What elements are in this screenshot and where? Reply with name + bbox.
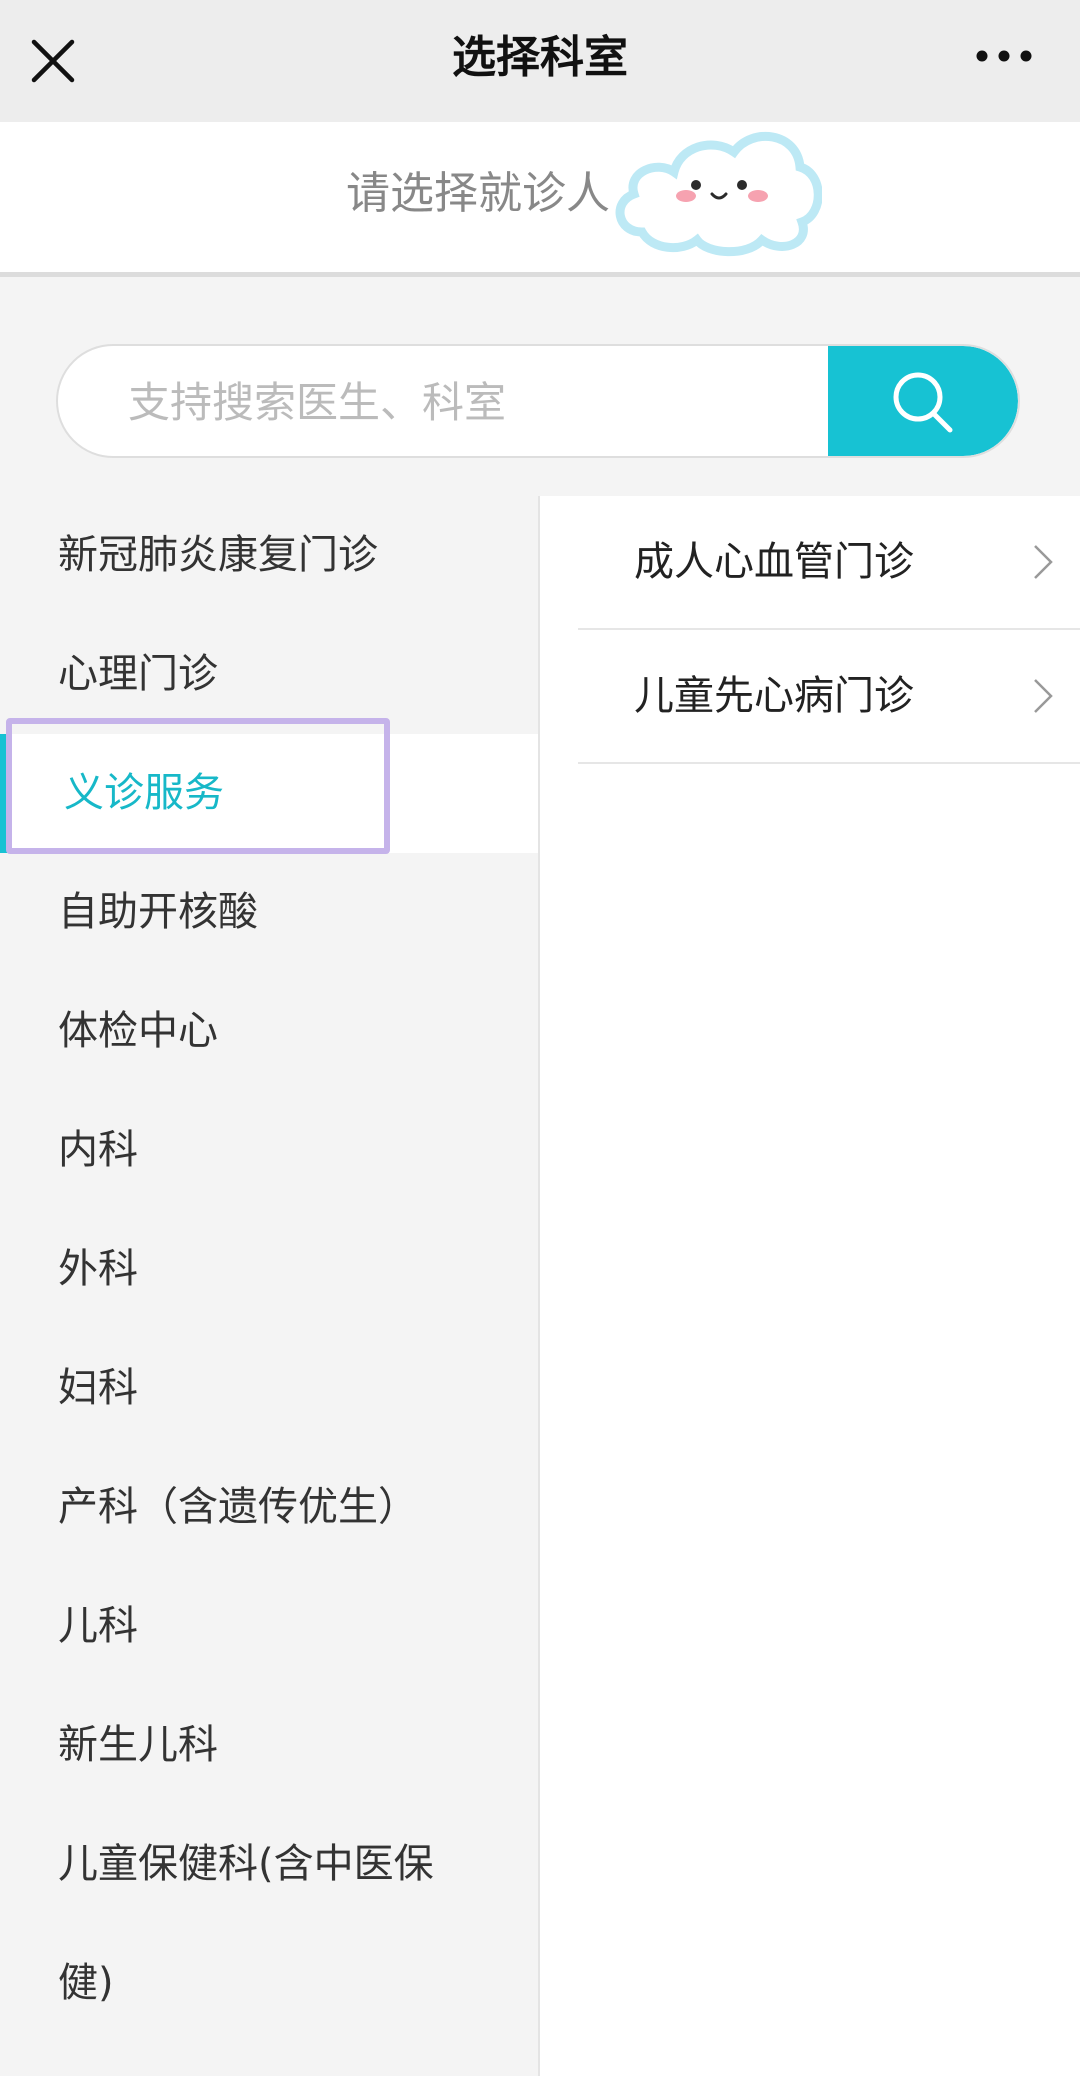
patient-selector[interactable]: 请选择就诊人 <box>0 122 1080 277</box>
search-icon <box>893 372 953 433</box>
department-label: 内科 <box>58 1127 138 1173</box>
sub-department-item[interactable]: 儿童先心病门诊 <box>578 630 1080 764</box>
department-label: 新冠肺炎康复门诊 <box>58 532 378 578</box>
department-item[interactable]: 内科 <box>0 1091 538 1210</box>
department-label-line1: 儿童保健科(含中医保 <box>58 1841 434 1887</box>
search-button[interactable] <box>828 346 1018 456</box>
top-bar: 选择科室 <box>0 0 1080 122</box>
department-item[interactable]: 心理门诊 <box>0 615 538 734</box>
department-label: 妇科 <box>58 1365 138 1411</box>
department-label: 产科（含遗传优生） <box>58 1484 418 1530</box>
selected-indicator <box>0 734 10 853</box>
department-item[interactable]: 自助开核酸 <box>0 853 538 972</box>
department-item-selected[interactable]: 义诊服务 <box>0 734 538 853</box>
department-item[interactable]: 儿童保健科(含中医保 健) <box>0 1805 538 2045</box>
department-label: 义诊服务 <box>64 770 224 816</box>
department-label: 新生儿科 <box>58 1722 218 1768</box>
sub-department-label: 成人心血管门诊 <box>634 539 914 585</box>
more-button[interactable] <box>974 36 1034 76</box>
department-item[interactable]: 妇科 <box>0 1329 538 1448</box>
department-item[interactable]: 新生儿科 <box>0 1686 538 1805</box>
sub-department-label: 儿童先心病门诊 <box>634 673 914 719</box>
department-label: 儿科 <box>58 1603 138 1649</box>
cloud-face-icon <box>615 132 822 257</box>
chevron-right-icon <box>1034 545 1053 579</box>
department-list: 新冠肺炎康复门诊 心理门诊 义诊服务 自助开核酸 体检中心 内科 外科 妇科 产… <box>0 496 540 2076</box>
department-item[interactable]: 外科 <box>0 1210 538 1329</box>
page-title: 选择科室 <box>452 32 628 83</box>
department-label: 心理门诊 <box>58 651 218 697</box>
sub-department-panel: 成人心血管门诊 儿童先心病门诊 <box>540 496 1080 2076</box>
search-bar <box>56 344 1020 458</box>
department-item[interactable]: 体检中心 <box>0 972 538 1091</box>
department-item[interactable]: 儿科 <box>0 1567 538 1686</box>
department-item[interactable]: 产科（含遗传优生） <box>0 1448 538 1567</box>
chevron-right-icon <box>1034 679 1053 713</box>
department-label: 自助开核酸 <box>58 889 258 935</box>
department-label: 外科 <box>58 1246 138 1292</box>
sub-department-item[interactable]: 成人心血管门诊 <box>578 496 1080 630</box>
patient-selector-label: 请选择就诊人 <box>346 168 610 219</box>
department-label-line2: 健) <box>58 1960 114 2006</box>
department-label: 体检中心 <box>58 1008 218 1054</box>
search-input[interactable] <box>126 346 830 456</box>
department-item[interactable]: 新冠肺炎康复门诊 <box>0 496 538 615</box>
more-dots-icon <box>976 50 1032 62</box>
